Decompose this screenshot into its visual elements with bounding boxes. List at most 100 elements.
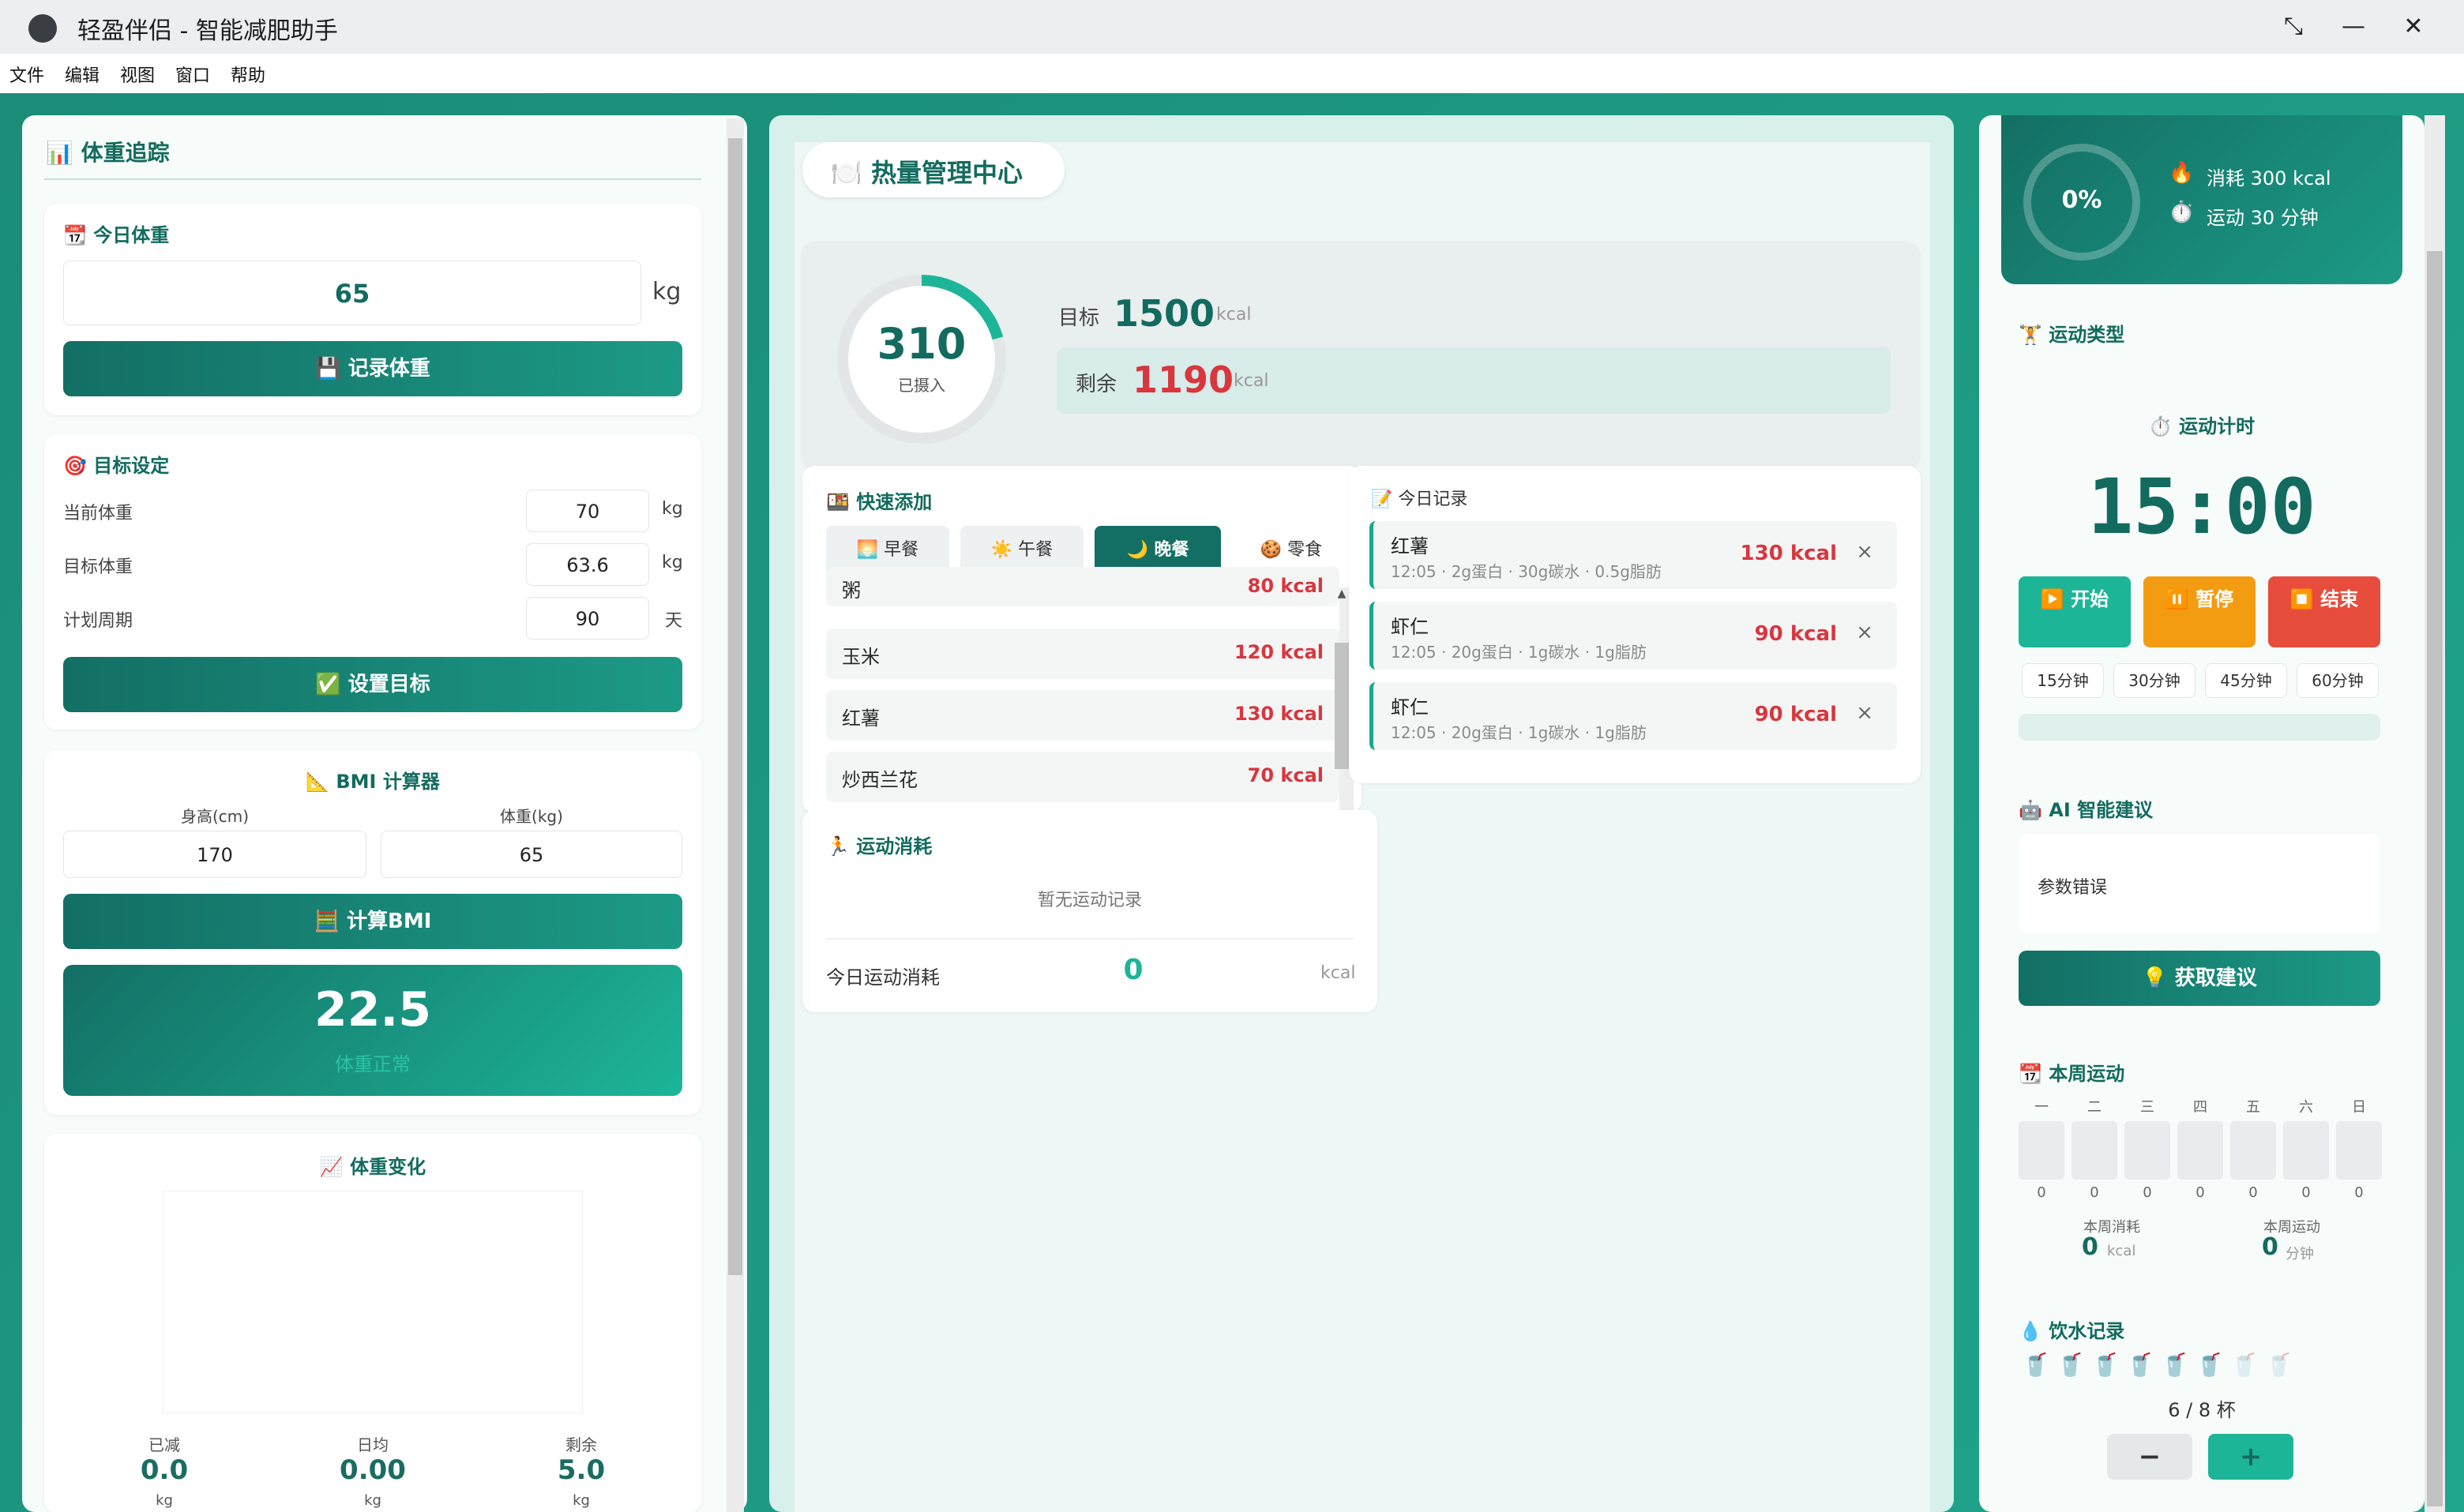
- right-scrollbar-thumb[interactable]: [2427, 251, 2443, 1506]
- bmi-weight-label: 体重(kg): [500, 807, 563, 826]
- water-cup-icon[interactable]: 🥤: [2022, 1352, 2049, 1378]
- pause-button[interactable]: ⏸️ 暂停: [2143, 576, 2256, 647]
- close-icon[interactable]: ✕: [2396, 11, 2431, 43]
- food-kcal: 130 kcal: [1234, 703, 1324, 725]
- water-plus-button[interactable]: +: [2208, 1434, 2293, 1480]
- water-minus-button[interactable]: −: [2107, 1434, 2192, 1480]
- preset-45min[interactable]: 45分钟: [2205, 663, 2287, 698]
- left-scrollbar-thumb[interactable]: [728, 138, 742, 1275]
- set-goal-button[interactable]: ✅ 设置目标: [63, 657, 682, 712]
- remain-unit: kcal: [1234, 371, 1269, 391]
- delete-record-icon[interactable]: ×: [1856, 540, 1873, 564]
- water-cup-empty-icon[interactable]: 🥤: [2265, 1352, 2293, 1378]
- food-kcal: 80 kcal: [1247, 575, 1324, 597]
- food-item[interactable]: 炒西兰花 70 kcal: [826, 752, 1339, 802]
- preset-60min[interactable]: 60分钟: [2297, 663, 2379, 698]
- fire-icon: 🔥: [2169, 161, 2195, 185]
- menu-view[interactable]: 视图: [120, 62, 155, 87]
- day-label: 三: [2140, 1099, 2154, 1116]
- today-weight-input[interactable]: 65: [63, 261, 641, 325]
- menu-window[interactable]: 窗口: [175, 62, 210, 87]
- day-value: 0: [2090, 1184, 2099, 1201]
- day-label: 六: [2299, 1099, 2313, 1116]
- water-cup-icon[interactable]: 🥤: [2126, 1352, 2154, 1378]
- plan-period-label: 计划周期: [63, 611, 133, 631]
- burn-goal-text: 消耗 300 kcal: [2207, 167, 2331, 189]
- day-bar: [2283, 1121, 2329, 1180]
- food-name: 玉米: [842, 646, 880, 668]
- day-value: 0: [2248, 1184, 2258, 1201]
- food-list-scrollbar-thumb[interactable]: [1335, 643, 1349, 769]
- water-cup-icon[interactable]: 🥤: [2091, 1352, 2119, 1378]
- preset-15min[interactable]: 15分钟: [2022, 663, 2104, 698]
- stopwatch-icon: ⏱️: [2169, 201, 2195, 224]
- exercise-empty-text: 暂无运动记录: [1037, 891, 1142, 910]
- day-value: 0: [2354, 1184, 2364, 1201]
- record-meta: 12:05 · 2g蛋白 · 30g碳水 · 0.5g脂肪: [1391, 562, 1662, 581]
- record-kcal: 90 kcal: [1754, 703, 1837, 726]
- record-item: 红薯 12:05 · 2g蛋白 · 30g碳水 · 0.5g脂肪 130 kca…: [1369, 521, 1897, 589]
- lost-value: 0.0: [140, 1454, 189, 1486]
- current-weight-unit: kg: [662, 499, 683, 519]
- remaining-unit: kg: [573, 1492, 590, 1509]
- plan-period-input[interactable]: 90: [526, 597, 649, 640]
- food-name: 红薯: [842, 707, 880, 730]
- duration-goal-text: 运动 30 分钟: [2207, 207, 2319, 229]
- target-weight-input[interactable]: 63.6: [526, 543, 649, 586]
- target-value: 1500: [1114, 292, 1215, 335]
- menu-help[interactable]: 帮助: [231, 62, 265, 87]
- restore-icon[interactable]: ⤡: [2276, 11, 2311, 43]
- start-button[interactable]: ▶️ 开始: [2019, 576, 2131, 647]
- record-kcal: 90 kcal: [1754, 622, 1837, 646]
- preset-30min[interactable]: 30分钟: [2113, 663, 2195, 698]
- day-bar: [2336, 1121, 2382, 1180]
- food-item[interactable]: 红薯 130 kcal: [826, 690, 1339, 741]
- food-item[interactable]: 粥 80 kcal: [826, 567, 1339, 606]
- water-cup-empty-icon[interactable]: 🥤: [2230, 1352, 2258, 1378]
- app-icon: [28, 14, 57, 43]
- exercise-total-value: 0: [1123, 954, 1144, 986]
- day-label: 二: [2087, 1099, 2102, 1116]
- menu-file[interactable]: 文件: [9, 62, 44, 87]
- delete-record-icon[interactable]: ×: [1856, 701, 1873, 725]
- week-burn-value: 0: [2082, 1233, 2098, 1261]
- exercise-divider: [826, 938, 1354, 940]
- day-value: 0: [2143, 1184, 2152, 1201]
- daily-avg-value: 0.00: [340, 1454, 406, 1486]
- exercise-total-label: 今日运动消耗: [826, 966, 940, 989]
- calculate-bmi-button[interactable]: 🧮 计算BMI: [63, 894, 682, 949]
- menu-edit[interactable]: 编辑: [65, 62, 100, 87]
- water-cup-icon[interactable]: 🥤: [2056, 1352, 2084, 1378]
- target-weight-unit: kg: [662, 553, 683, 572]
- stop-button[interactable]: ⏹️ 结束: [2268, 576, 2380, 647]
- record-name: 虾仁: [1391, 696, 1429, 718]
- day-label: 一: [2034, 1099, 2049, 1116]
- minimize-icon[interactable]: —: [2336, 11, 2371, 43]
- weight-tracking-title: 📊 体重追踪: [46, 140, 170, 166]
- scroll-up-icon[interactable]: ▲: [1335, 587, 1349, 603]
- record-weight-button[interactable]: 💾 记录体重: [63, 341, 682, 396]
- weight-chart-canvas: [163, 1191, 583, 1413]
- food-kcal: 120 kcal: [1234, 641, 1324, 663]
- weight-change-title: 📈 体重变化: [319, 1156, 426, 1178]
- water-title: 💧 饮水记录: [2019, 1320, 2125, 1342]
- day-value: 0: [2301, 1184, 2311, 1201]
- record-name: 红薯: [1391, 535, 1429, 557]
- water-cup-icon[interactable]: 🥤: [2195, 1352, 2223, 1378]
- get-advice-button[interactable]: 💡 获取建议: [2019, 951, 2380, 1006]
- height-input[interactable]: 170: [63, 831, 366, 878]
- delete-record-icon[interactable]: ×: [1856, 621, 1873, 644]
- height-label: 身高(cm): [180, 807, 250, 826]
- quick-add-title: 🍱 快速添加: [826, 491, 933, 513]
- record-kcal: 130 kcal: [1740, 542, 1837, 565]
- current-weight-input[interactable]: 70: [526, 490, 649, 532]
- food-item[interactable]: 玉米 120 kcal: [826, 628, 1339, 679]
- water-cup-icon[interactable]: 🥤: [2161, 1352, 2188, 1378]
- bmi-weight-input[interactable]: 65: [381, 831, 682, 878]
- intake-label: 已摄入: [898, 376, 945, 395]
- day-label: 五: [2246, 1099, 2260, 1116]
- day-value: 0: [2037, 1184, 2046, 1201]
- ai-advice-content: 参数错误: [2038, 878, 2108, 898]
- week-burn-unit: kcal: [2107, 1243, 2136, 1259]
- intake-value: 310: [877, 319, 967, 369]
